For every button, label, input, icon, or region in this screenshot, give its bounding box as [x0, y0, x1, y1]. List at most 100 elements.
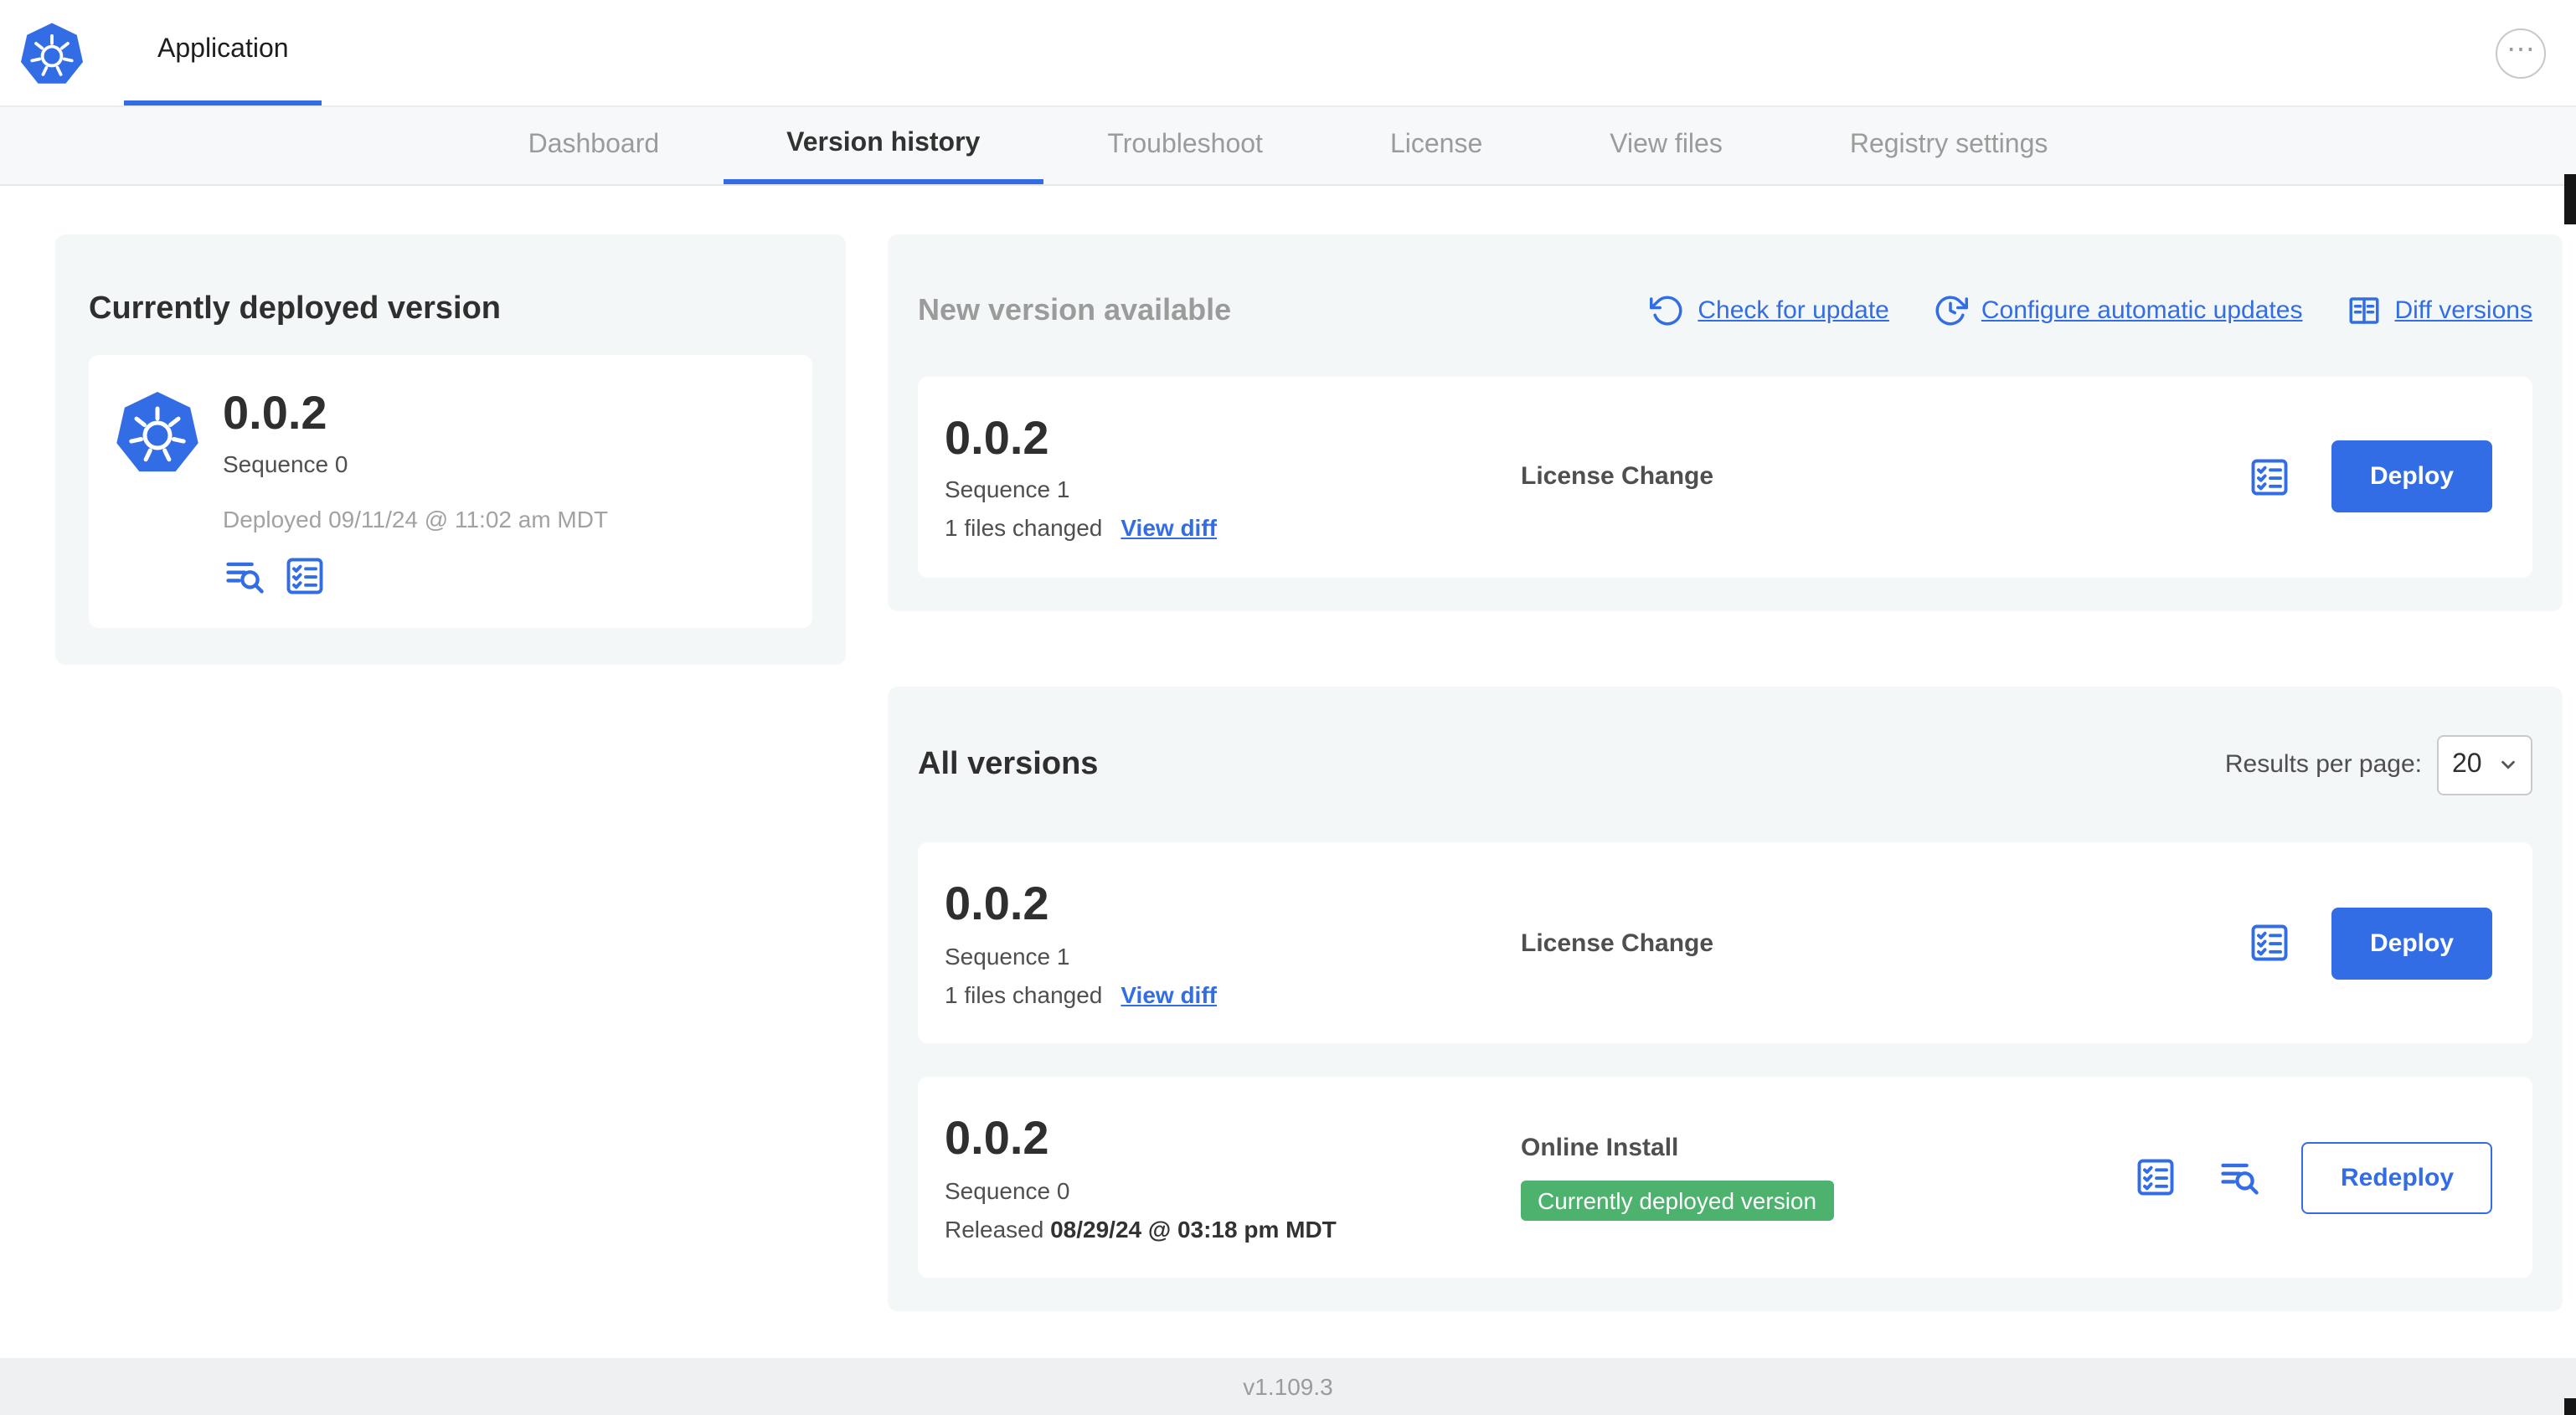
tab-license-label: License: [1389, 131, 1483, 159]
version-info: 0.0.2 Sequence 1 1 files changed View di…: [945, 877, 1521, 1008]
app-viewport: Application ⋯ Dashboard Version history …: [0, 0, 2576, 1415]
results-per-page-label: Results per page:: [2224, 750, 2422, 780]
view-preflight-checks-button[interactable]: [2248, 922, 2291, 965]
preflight-checks-icon: [2138, 1160, 2175, 1196]
configure-automatic-updates-label: Configure automatic updates: [1981, 296, 2303, 325]
released-label: Released: [945, 1215, 1044, 1243]
files-changed-line: 1 files changed View diff: [945, 514, 1521, 541]
deploy-logs-icon: [226, 562, 264, 594]
deploy-button[interactable]: Deploy: [2331, 440, 2492, 513]
version-row: 0.0.2 Sequence 0 Released 08/29/24 @ 03:…: [918, 1077, 2532, 1279]
deploy-logs-icon: [2222, 1164, 2259, 1196]
results-per-page-value: 20: [2452, 749, 2482, 779]
kubernetes-logo-icon: [20, 22, 84, 83]
current-version-number: 0.0.2: [223, 386, 327, 439]
version-row-actions: Deploy: [2248, 440, 2506, 513]
current-deployed-timestamp: Deployed 09/11/24 @ 11:02 am MDT: [223, 505, 609, 533]
tab-view-files-label: View files: [1610, 131, 1723, 159]
view-diff-link[interactable]: View diff: [1121, 980, 1217, 1007]
released-line: Released 08/29/24 @ 03:18 pm MDT: [945, 1215, 1521, 1242]
version-sequence: Sequence 1: [945, 942, 1070, 970]
tab-version-history[interactable]: Version history: [723, 107, 1044, 184]
version-number: 0.0.2: [945, 1112, 1049, 1165]
files-changed-text: 1 files changed: [945, 980, 1103, 1008]
app-subnav: Dashboard Version history Troubleshoot L…: [0, 107, 2576, 186]
released-timestamp: 08/29/24 @ 03:18 pm MDT: [1050, 1215, 1337, 1243]
preflight-checks-icon: [286, 558, 323, 594]
version-source: Online Install Currently deployed versio…: [1521, 1135, 2135, 1222]
version-info: 0.0.2 Sequence 0 Released 08/29/24 @ 03:…: [945, 1112, 1521, 1243]
tab-troubleshoot-label: Troubleshoot: [1107, 131, 1263, 159]
tab-license[interactable]: License: [1327, 107, 1546, 184]
all-versions-card: All versions Results per page: 20 0.0.2 …: [888, 686, 2563, 1312]
tab-dashboard[interactable]: Dashboard: [465, 107, 724, 184]
app-tab-application[interactable]: Application: [124, 0, 322, 105]
app-footer: v1.109.3: [0, 1358, 2576, 1415]
new-version-header: New version available Check for update C…: [918, 268, 2532, 353]
new-version-title: New version available: [918, 292, 1232, 327]
configure-automatic-updates-link[interactable]: Configure automatic updates: [1933, 293, 2303, 328]
deploy-button[interactable]: Deploy: [2331, 907, 2492, 980]
all-versions-header: All versions Results per page: 20: [918, 720, 2532, 810]
app-tab-label: Application: [157, 35, 289, 64]
preflight-checks-icon: [2251, 925, 2288, 962]
view-deploy-logs-button[interactable]: [2218, 1156, 2262, 1200]
tab-dashboard-label: Dashboard: [528, 131, 660, 159]
currently-deployed-card: Currently deployed version 0.0.2 Sequenc…: [55, 234, 846, 665]
chevron-down-icon: [2501, 761, 2515, 769]
kots-version-text: v1.109.3: [1243, 1373, 1333, 1400]
ellipsis-icon: ⋯: [2506, 33, 2535, 65]
preflight-checks-icon: [2251, 459, 2288, 496]
tab-registry-settings-label: Registry settings: [1849, 131, 2048, 159]
files-changed-text: 1 files changed: [945, 514, 1103, 542]
results-per-page-select[interactable]: 20: [2437, 734, 2532, 795]
view-diff-link[interactable]: View diff: [1121, 514, 1217, 541]
currently-deployed-title: Currently deployed version: [89, 291, 502, 327]
tab-troubleshoot[interactable]: Troubleshoot: [1043, 107, 1327, 184]
version-source-label: License Change: [1521, 462, 1714, 491]
new-version-actions: Check for update Configure automatic upd…: [1649, 293, 2532, 328]
check-for-update-link[interactable]: Check for update: [1649, 293, 1889, 328]
current-version-info: 0.0.2 Sequence 0 Deployed 09/11/24 @ 11:…: [223, 386, 609, 598]
check-for-update-label: Check for update: [1698, 296, 1889, 325]
version-source: License Change: [1521, 929, 2248, 958]
new-version-card: New version available Check for update C…: [888, 234, 2563, 611]
main-content: Currently deployed version 0.0.2 Sequenc…: [0, 186, 2576, 1358]
all-versions-title: All versions: [918, 746, 1099, 782]
diff-versions-icon: [2348, 297, 2378, 324]
current-sequence: Sequence 0: [223, 450, 348, 477]
redeploy-button[interactable]: Redeploy: [2301, 1141, 2492, 1214]
version-source-label: License Change: [1521, 929, 1714, 958]
version-history-column: New version available Check for update C…: [888, 234, 2563, 1358]
version-number: 0.0.2: [945, 411, 1049, 464]
version-number: 0.0.2: [945, 877, 1049, 930]
version-sequence: Sequence 0: [945, 1176, 1070, 1204]
version-source-label: Online Install: [1521, 1134, 1679, 1163]
currently-deployed-badge: Currently deployed version: [1521, 1181, 1834, 1222]
diff-versions-label: Diff versions: [2394, 296, 2532, 325]
files-changed-line: 1 files changed View diff: [945, 980, 1521, 1007]
scrollbar-thumb[interactable]: [2564, 1398, 2576, 1415]
scrollbar-thumb[interactable]: [2564, 174, 2576, 224]
version-sequence: Sequence 1: [945, 476, 1070, 503]
kubernetes-app-icon: [116, 391, 198, 471]
tab-version-history-label: Version history: [786, 128, 981, 157]
currently-deployed-version-panel: 0.0.2 Sequence 0 Deployed 09/11/24 @ 11:…: [89, 354, 812, 628]
version-source: License Change: [1521, 463, 2248, 491]
new-version-row: 0.0.2 Sequence 1 1 files changed View di…: [918, 376, 2532, 578]
view-preflight-checks-button[interactable]: [2248, 455, 2291, 499]
version-info: 0.0.2 Sequence 1 1 files changed View di…: [945, 411, 1521, 542]
refresh-icon: [1649, 296, 1682, 326]
current-version-actions: [223, 554, 608, 598]
diff-versions-link[interactable]: Diff versions: [2346, 293, 2532, 328]
tab-view-files[interactable]: View files: [1546, 107, 1786, 184]
version-row-actions: Deploy: [2248, 907, 2506, 980]
version-row-actions: Redeploy: [2135, 1141, 2506, 1214]
more-options-button[interactable]: ⋯: [2496, 28, 2546, 78]
tab-registry-settings[interactable]: Registry settings: [1786, 107, 2112, 184]
version-row: 0.0.2 Sequence 1 1 files changed View di…: [918, 842, 2532, 1044]
view-preflight-checks-button[interactable]: [283, 554, 327, 598]
top-header: Application ⋯: [0, 0, 2576, 107]
view-deploy-logs-button[interactable]: [223, 554, 266, 598]
view-preflight-checks-button[interactable]: [2135, 1156, 2178, 1200]
